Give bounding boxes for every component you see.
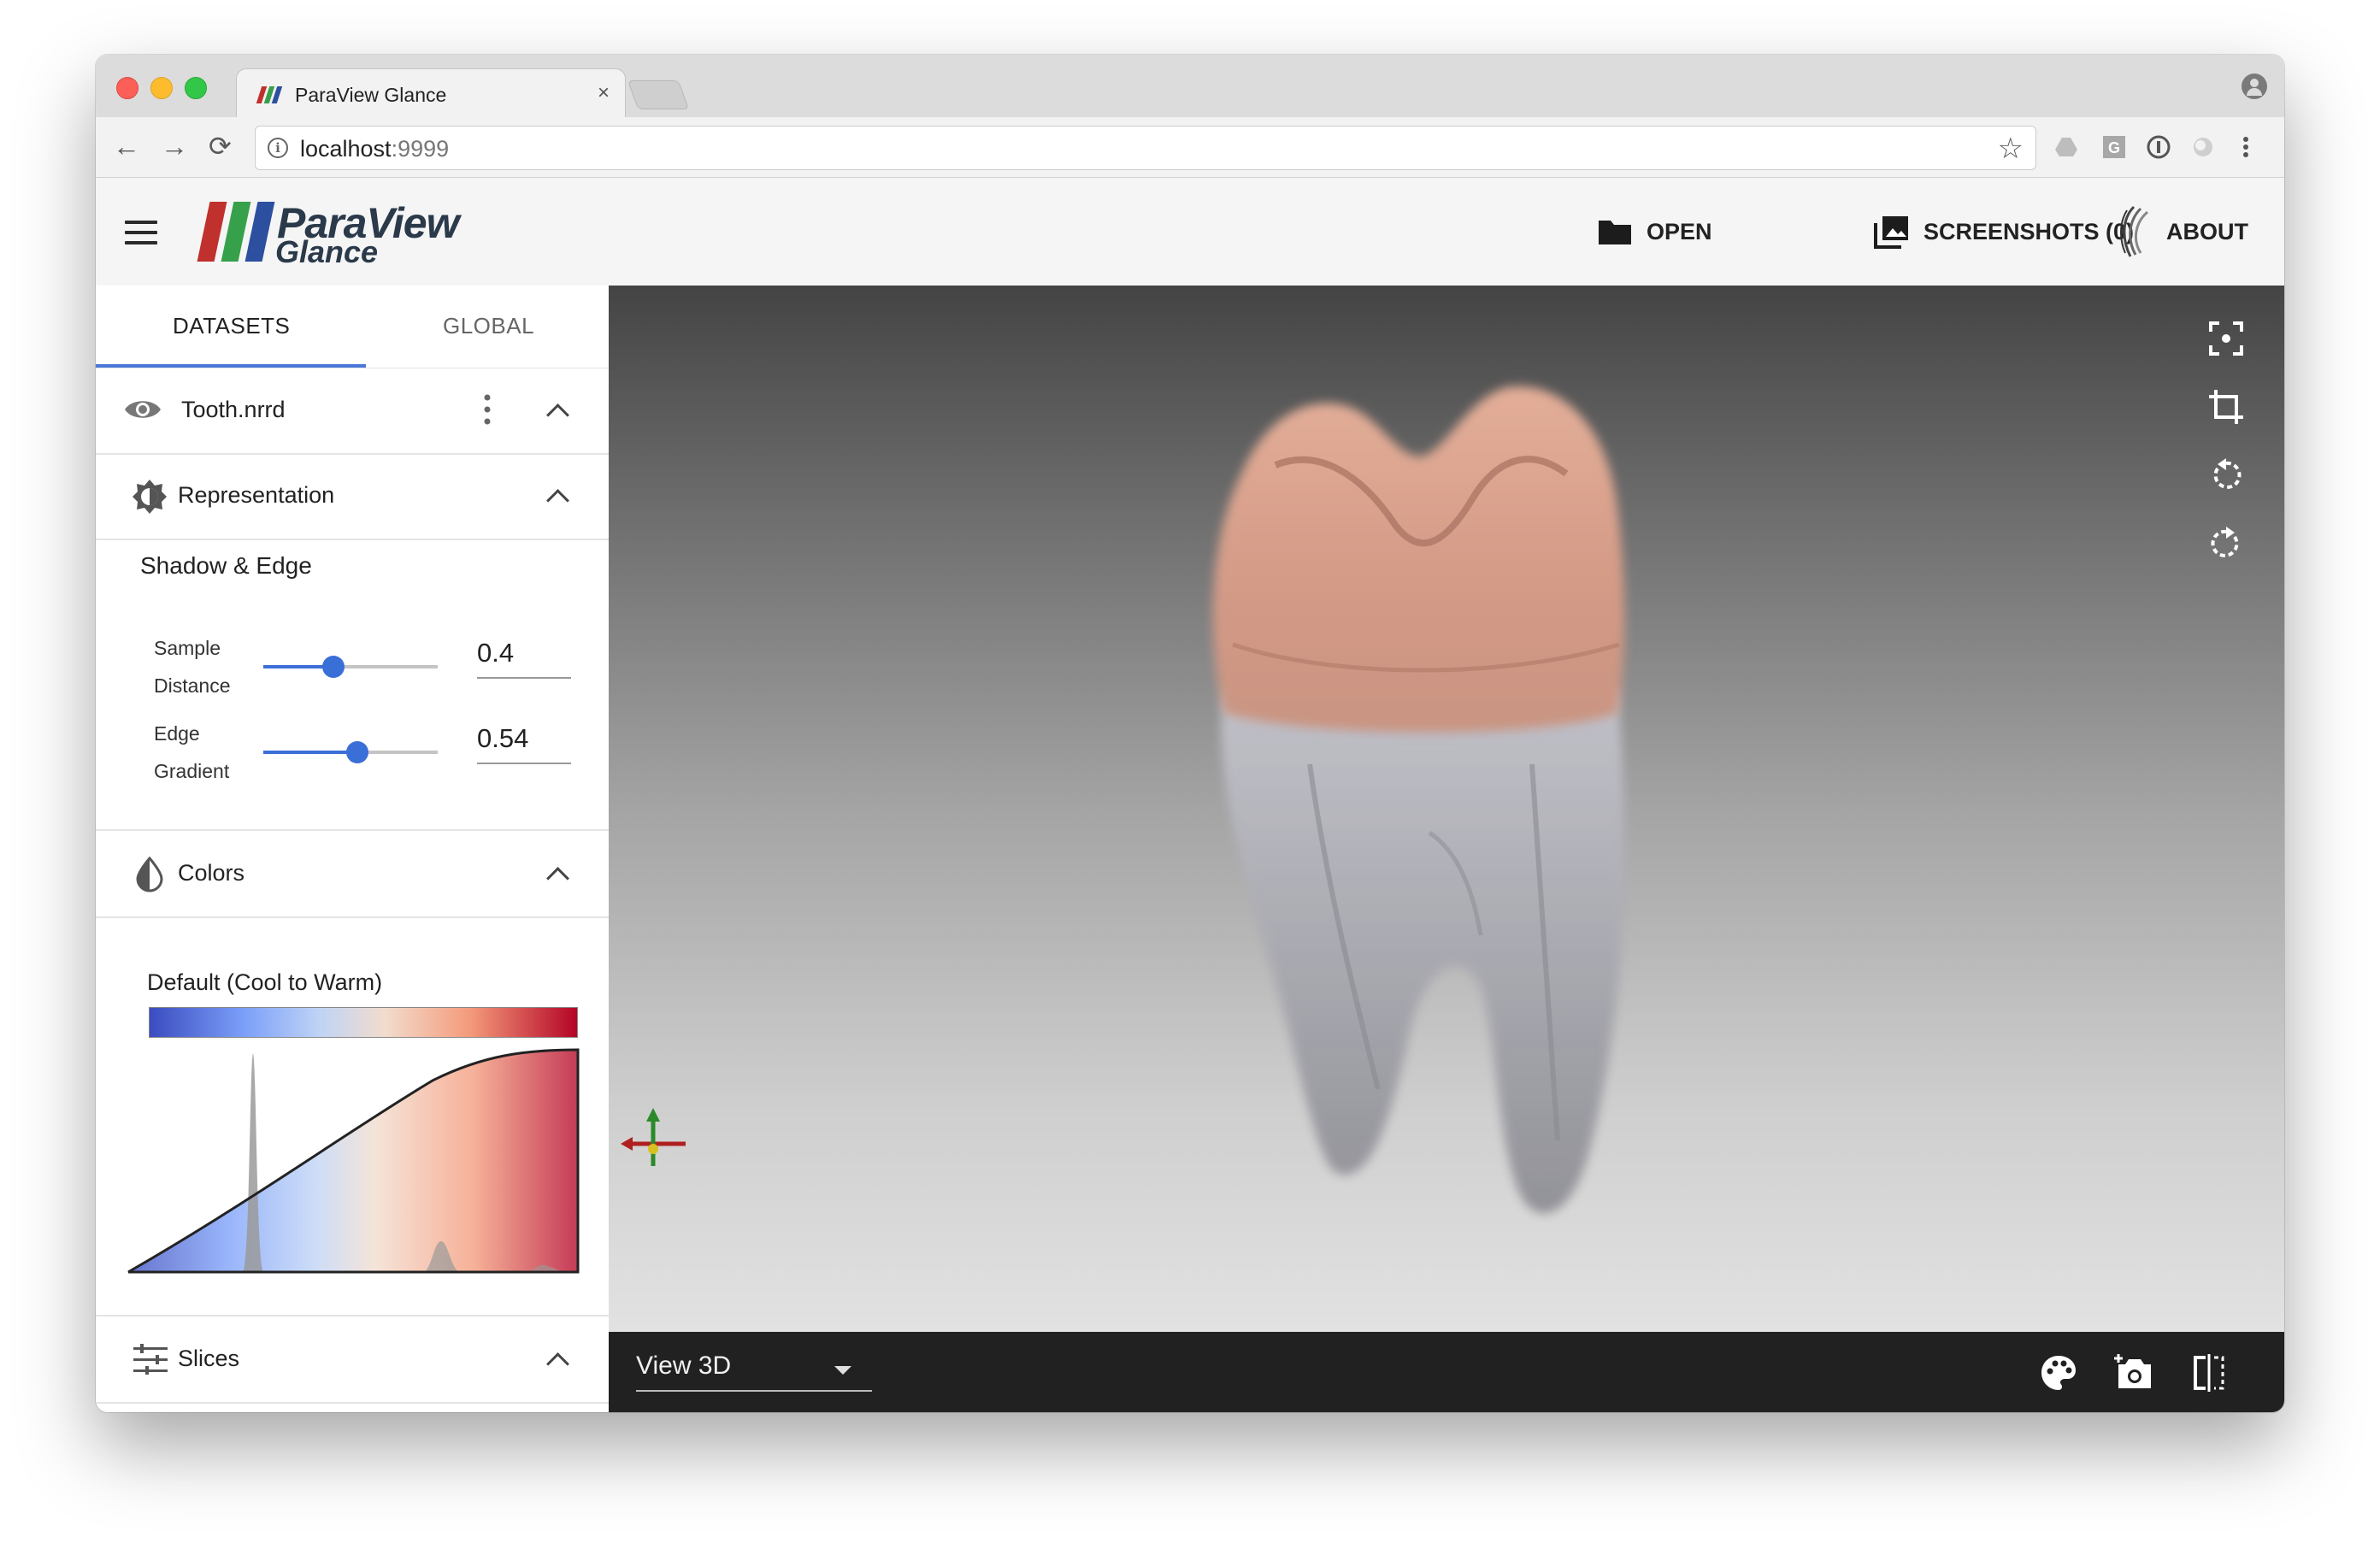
menu-icon[interactable] <box>125 221 157 244</box>
rotate-left-icon[interactable] <box>2207 456 2245 494</box>
dataset-row[interactable]: Tooth.nrrd <box>96 368 609 455</box>
bookmark-star-icon[interactable]: ☆ <box>1998 132 2024 166</box>
sample-distance-slider-thumb[interactable] <box>321 656 345 678</box>
tooth-root-shape <box>1221 687 1625 1214</box>
visibility-eye-icon[interactable] <box>123 397 162 422</box>
edge-gradient-label: Edge Gradient <box>154 722 230 782</box>
opacity-curve-fill <box>128 1050 578 1272</box>
image-gallery-icon <box>1874 216 1908 249</box>
palette-icon[interactable] <box>2038 1352 2079 1393</box>
back-icon[interactable]: ← <box>113 129 140 163</box>
browser-tab[interactable]: ParaView Glance × <box>236 68 626 119</box>
tooth-crown-shape <box>1212 386 1625 733</box>
sample-distance-input[interactable]: 0.4 <box>477 638 571 679</box>
logo-text-glance: Glance <box>275 234 379 269</box>
forward-icon[interactable]: → <box>161 129 188 163</box>
minimize-window-button[interactable] <box>150 77 173 99</box>
browser-menu-icon[interactable] <box>2233 134 2259 160</box>
edge-gradient-input[interactable]: 0.54 <box>477 723 571 764</box>
collapse-slices-icon[interactable] <box>546 1352 569 1375</box>
shield-extension-icon[interactable] <box>2190 134 2216 160</box>
about-button[interactable]: ABOUT <box>2117 205 2248 257</box>
view-type-value: View 3D <box>636 1352 732 1380</box>
representation-label: Representation <box>178 482 335 508</box>
url-text[interactable]: localhost:9999 <box>300 136 449 162</box>
split-view-icon[interactable] <box>2189 1352 2230 1393</box>
sample-distance-slider[interactable] <box>263 656 438 678</box>
collapse-colors-icon[interactable] <box>546 867 569 890</box>
more-options-icon[interactable] <box>480 393 494 426</box>
dataset-name: Tooth.nrrd <box>181 397 286 422</box>
close-window-button[interactable] <box>116 77 138 99</box>
paraview-glance-logo: ParaView Glance <box>197 198 487 269</box>
sample-distance-label: Sample Distance <box>154 637 231 697</box>
3d-render-view[interactable] <box>609 286 2284 1332</box>
slices-label: Slices <box>178 1346 240 1371</box>
dropdown-arrow-icon <box>834 1366 851 1375</box>
password-extension-icon[interactable] <box>2146 134 2171 160</box>
opacity-transfer-function-editor[interactable] <box>125 1046 586 1279</box>
edge-gradient-slider-thumb[interactable] <box>346 741 369 763</box>
drive-extension-icon[interactable] <box>2053 134 2079 160</box>
address-bar[interactable]: i localhost:9999 ☆ <box>255 126 2036 170</box>
screenshots-button[interactable]: SCREENSHOTS (0) <box>1874 212 2134 251</box>
color-drop-icon <box>136 857 163 892</box>
tab-datasets[interactable]: DATASETS <box>173 313 290 339</box>
app-bar: ParaView Glance OPEN SCREENSHOTS (0) ABO… <box>96 178 2284 286</box>
colormap-preview-bar[interactable] <box>149 1007 578 1038</box>
add-screenshot-camera-icon[interactable] <box>2113 1352 2154 1393</box>
browser-window: ParaView Glance × ← → ⟳ i localhost:9999… <box>96 55 2284 1412</box>
panel-tabs: DATASETS GLOBAL <box>96 286 609 368</box>
view-toolbar: View 3D <box>609 1332 2284 1412</box>
browser-tab-strip: ParaView Glance × <box>96 55 2284 119</box>
shadow-edge-title: Shadow & Edge <box>140 552 312 579</box>
crop-icon[interactable] <box>2207 388 2245 426</box>
slices-section-header[interactable]: Slices <box>96 1315 609 1404</box>
kitware-logo-icon <box>2120 205 2149 257</box>
profile-icon[interactable] <box>2242 74 2267 99</box>
brightness-icon <box>133 480 167 514</box>
reset-camera-icon[interactable] <box>2207 320 2245 357</box>
logo-bars-icon <box>197 202 279 262</box>
view-type-select[interactable]: View 3D <box>636 1347 872 1392</box>
collapse-dataset-icon[interactable] <box>546 403 569 427</box>
tab-global[interactable]: GLOBAL <box>443 313 534 339</box>
open-button[interactable]: OPEN <box>1597 212 1712 251</box>
rotate-right-icon[interactable] <box>2207 525 2245 562</box>
tooth-volume-render <box>621 386 1625 1214</box>
google-extension-icon[interactable]: G <box>2101 134 2127 160</box>
colors-label: Colors <box>178 860 245 886</box>
svg-text:G: G <box>2108 139 2120 156</box>
browser-tab-title: ParaView Glance <box>295 84 447 106</box>
collapse-representation-icon[interactable] <box>546 489 569 512</box>
about-button-label: ABOUT <box>2166 218 2248 244</box>
colormap-preset-name[interactable]: Default (Cool to Warm) <box>147 969 382 996</box>
paraview-favicon-icon <box>256 86 283 103</box>
new-tab-button[interactable] <box>627 80 690 109</box>
browser-toolbar: ← → ⟳ i localhost:9999 ☆ G <box>96 117 2284 178</box>
close-tab-icon[interactable]: × <box>598 81 610 105</box>
control-panel: DATASETS GLOBAL Tooth.nrrd Representatio… <box>96 286 610 1412</box>
colors-section-header[interactable]: Colors <box>96 829 609 918</box>
maximize-window-button[interactable] <box>185 77 207 99</box>
open-button-label: OPEN <box>1647 218 1712 244</box>
orientation-axes-widget <box>621 1108 686 1166</box>
tune-sliders-icon <box>133 1344 168 1375</box>
screenshots-button-label: SCREENSHOTS (0) <box>1923 218 2135 244</box>
edge-gradient-slider[interactable] <box>263 741 438 763</box>
site-info-icon[interactable]: i <box>268 138 288 158</box>
folder-icon <box>1599 221 1631 244</box>
reload-icon[interactable]: ⟳ <box>209 129 232 163</box>
representation-section-header[interactable]: Representation <box>96 455 609 540</box>
